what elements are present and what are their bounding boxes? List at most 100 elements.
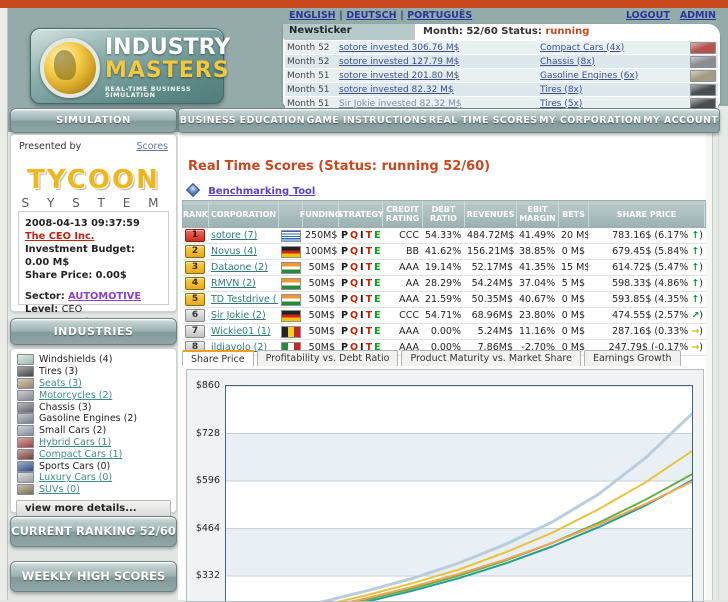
nav-item[interactable]: MY CORPORATION	[539, 115, 642, 126]
table-row: 3Dataone (2)50M$PQITEAAA19.14%52.17M$41.…	[182, 260, 706, 276]
industry-item[interactable]: Compact Cars (1)	[17, 448, 176, 460]
session-link[interactable]: LOGOUT	[626, 10, 670, 21]
corporation-link[interactable]: Sir Jokie (2)	[211, 310, 266, 321]
column-header: DEBT RATIO	[423, 201, 465, 227]
nav-item[interactable]: GAME INSTRUCTIONS	[306, 115, 427, 126]
ticker-event-link[interactable]: sotore invested 306.76 M$	[339, 43, 540, 53]
ticker-category-link[interactable]: Chassis (8x)	[540, 57, 690, 67]
industry-item[interactable]: Hybrid Cars (1)	[17, 437, 176, 449]
strategy-letter: E	[374, 246, 381, 257]
current-ranking-button[interactable]: CURRENT RANKING 52/60	[10, 516, 177, 547]
credit-rating-cell: AAA	[382, 326, 422, 337]
strategy-letter: E	[374, 262, 381, 273]
benchmarking-tool-link[interactable]: Benchmarking Tool	[208, 186, 315, 197]
industry-label: Windshields (4)	[39, 354, 112, 365]
flag-cell	[278, 278, 302, 290]
language-link[interactable]: DEUTSCH	[346, 10, 396, 21]
strategy-letter: E	[374, 278, 381, 289]
industries-header-button[interactable]: INDUSTRIES	[10, 318, 177, 345]
tab-earnings-growth[interactable]: Earnings Growth	[584, 350, 681, 366]
nav-item[interactable]: REAL TIME SCORES	[429, 115, 538, 126]
nav-item[interactable]: BUSINESS EDUCATION	[180, 115, 305, 126]
company-link[interactable]: The CEO Inc.	[25, 231, 94, 242]
industry-item[interactable]: Seats (3)	[17, 378, 176, 390]
strategy-cell: PQITE	[338, 326, 382, 337]
country-flag-icon	[281, 230, 301, 242]
industry-list: Windshields (4)Tires (3)Seats (3)Motorcy…	[11, 349, 176, 496]
industry-label[interactable]: SUVs (0)	[39, 484, 80, 495]
industry-label: Sports Cars (0)	[39, 461, 110, 472]
corporation-link[interactable]: RMVN (2)	[211, 278, 256, 289]
column-header: FUNDING	[303, 201, 339, 227]
share-price-value: 593.85$ (4.35%	[612, 294, 691, 305]
industry-icon	[17, 472, 34, 483]
sector-link[interactable]: AUTOMOTIVE	[68, 291, 141, 302]
funding-cell: 50M$	[302, 326, 338, 337]
language-link[interactable]: PORTUGUÊS	[407, 10, 472, 21]
tab-share-price[interactable]: Share Price	[182, 350, 254, 366]
industry-item: Sports Cars (0)	[17, 460, 176, 472]
industry-label[interactable]: Seats (3)	[39, 378, 82, 389]
nav-item[interactable]: MY ACCOUNT	[643, 115, 718, 126]
chart-plot-area	[225, 385, 693, 602]
industry-icon	[17, 484, 34, 495]
ticker-category-link[interactable]: Gasoline Engines (6x)	[540, 71, 690, 81]
paren: )	[699, 342, 703, 353]
tab-profitability-vs-debt-ratio[interactable]: Profitability vs. Debt Ratio	[257, 350, 399, 366]
ticker-event-link[interactable]: Sir Jokie invested 82.32 M$	[339, 99, 540, 109]
bets-cell: 0 M$	[558, 310, 588, 321]
paren: )	[699, 326, 703, 337]
industry-label[interactable]: Hybrid Cars (1)	[39, 437, 111, 448]
scores-table: RANKCORPORATIONFUNDINGSTRATEGYCREDIT RAT…	[182, 200, 706, 356]
industry-item[interactable]: Motorcycles (2)	[17, 389, 176, 401]
globe-icon	[40, 38, 100, 98]
language-link[interactable]: ENGLISH	[289, 10, 336, 21]
industry-label[interactable]: Luxury Cars (0)	[39, 472, 112, 483]
country-flag-icon	[281, 278, 301, 290]
industry-icon	[17, 461, 34, 472]
ticker-row: Month 52sotore invested 127.79 M$Chassis…	[285, 55, 718, 69]
corporation-link[interactable]: Dataone (2)	[211, 262, 268, 273]
ticker-category-link[interactable]: Tires (5x)	[540, 99, 690, 109]
ticker-event-link[interactable]: sotore invested 82.32 M$	[339, 85, 540, 95]
tab-product-maturity-vs-market-share[interactable]: Product Maturity vs. Market Share	[401, 350, 580, 366]
industry-label[interactable]: Compact Cars (1)	[39, 449, 122, 460]
industry-item[interactable]: Luxury Cars (0)	[17, 472, 176, 484]
corporation-cell: sotore (7)	[208, 230, 278, 241]
rank-badge: 3	[185, 261, 205, 274]
ebit-margin-cell: 41.35%	[516, 262, 558, 273]
paren: )	[699, 278, 703, 289]
newsticker-title: Newsticker	[283, 24, 415, 40]
corporation-link[interactable]: Wickie01 (1)	[211, 326, 271, 337]
strategy-letter: T	[366, 278, 372, 289]
logo-line2: MASTERS	[105, 60, 230, 82]
ticker-category-link[interactable]: Compact Cars (4x)	[540, 43, 690, 53]
view-more-details-button[interactable]: view more details...	[16, 500, 171, 518]
weekly-high-scores-button[interactable]: WEEKLY HIGH SCORES	[10, 561, 177, 592]
strategy-cell: PQITE	[338, 278, 382, 289]
corporation-cell: TD Testdrive (1)	[208, 294, 278, 305]
simulation-tab[interactable]: SIMULATION	[10, 108, 177, 133]
link-separator: |	[336, 10, 347, 21]
paren: )	[699, 262, 703, 273]
session-link[interactable]: ADMIN	[680, 10, 716, 21]
column-header: SHARE PRICE	[589, 201, 705, 227]
corporation-link[interactable]: Novus (4)	[211, 246, 257, 257]
country-flag-icon	[281, 326, 301, 338]
corporation-link[interactable]: TD Testdrive (1)	[211, 294, 278, 305]
ebit-margin-cell: 11.16%	[516, 326, 558, 337]
share-price: Share Price: 0.00$	[25, 269, 162, 282]
column-header: CREDIT RATING	[383, 201, 423, 227]
ticker-category-link[interactable]: Tires (8x)	[540, 85, 690, 95]
chart-tabs: Share PriceProfitability vs. Debt RatioP…	[182, 350, 684, 367]
industry-label[interactable]: Motorcycles (2)	[39, 390, 112, 401]
share-price-value: 679.45$ (5.84%	[612, 246, 691, 257]
ticker-event-link[interactable]: sotore invested 127.79 M$	[339, 57, 540, 67]
ticker-event-link[interactable]: sotore invested 201.80 M$	[339, 71, 540, 81]
flag-cell	[278, 294, 302, 306]
y-axis-tick-label: $464	[196, 523, 220, 534]
corporation-link[interactable]: sotore (7)	[211, 230, 257, 241]
logo-line1: INDUSTRY	[105, 37, 230, 59]
scores-link[interactable]: Scores	[136, 141, 168, 152]
industry-item[interactable]: SUVs (0)	[17, 484, 176, 496]
